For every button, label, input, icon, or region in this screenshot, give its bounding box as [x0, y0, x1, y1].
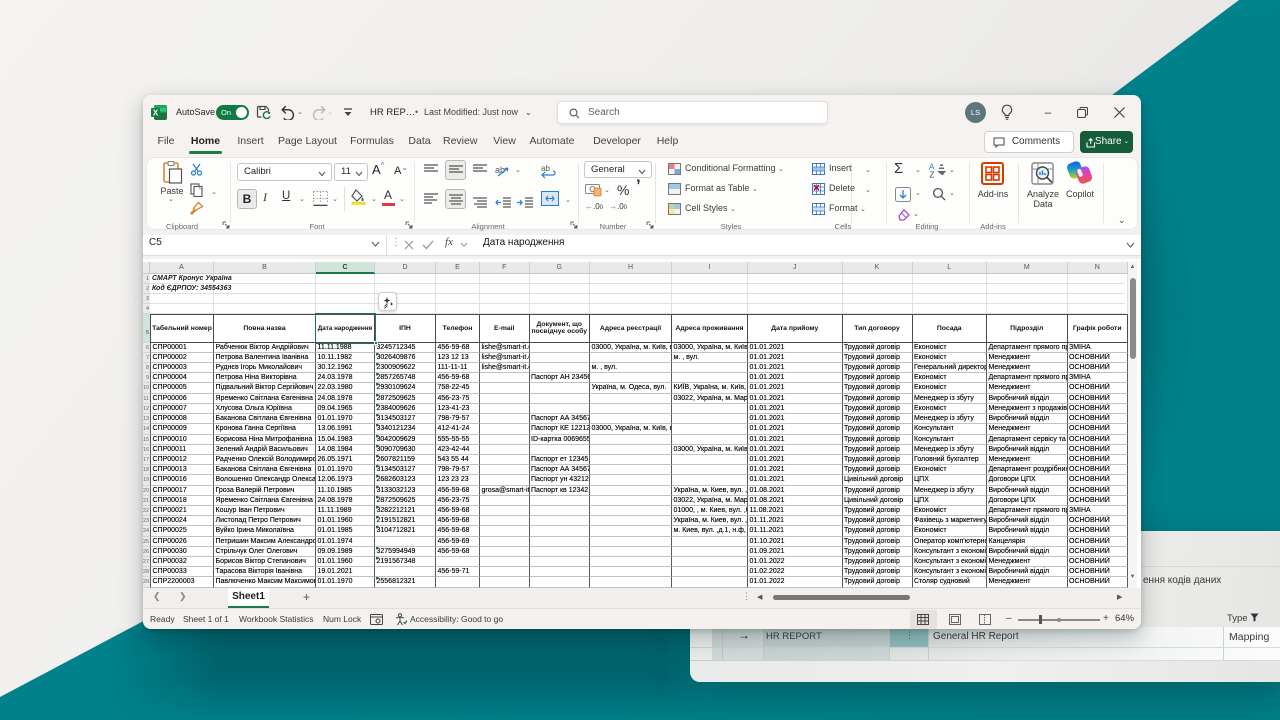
- svg-text:ab: ab: [541, 164, 550, 173]
- svg-text:ab: ab: [495, 165, 505, 175]
- svg-text:Z: Z: [930, 171, 935, 179]
- svg-text:X: X: [153, 109, 159, 118]
